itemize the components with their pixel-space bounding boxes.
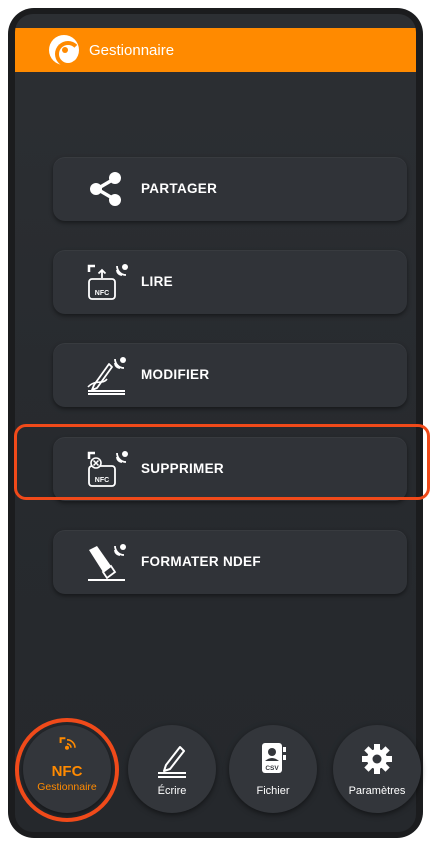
nfc-badge: NFC (95, 290, 109, 297)
nav-manager-button[interactable]: NFC Gestionnaire (23, 725, 111, 813)
format-ndef-label: FORMATER NDEF (141, 554, 261, 569)
phone-frame: Gestionnaire PARTAGER NFC LIRE MODIFIER … (8, 8, 423, 838)
app-logo-icon (49, 35, 81, 67)
pen-write-icon (158, 746, 186, 778)
modify-button[interactable]: MODIFIER (53, 343, 407, 407)
read-label: LIRE (141, 274, 173, 289)
csv-file-icon: CSV (262, 743, 286, 773)
nav-settings-label: Paramètres (348, 785, 406, 797)
nav-manager-label: Gestionnaire (37, 781, 97, 793)
nav-file-button[interactable]: CSV Fichier (229, 725, 317, 813)
app-title: Gestionnaire (89, 41, 175, 59)
app-screen: Gestionnaire PARTAGER NFC LIRE MODIFIER … (15, 14, 416, 832)
share-icon (90, 172, 121, 206)
edit-pen-icon (87, 357, 126, 395)
nav-file-label: Fichier (256, 785, 290, 797)
gear-icon (362, 744, 392, 774)
share-button[interactable]: PARTAGER (53, 157, 407, 221)
nav-settings-button[interactable]: Paramètres (333, 725, 421, 813)
format-eraser-icon (88, 544, 126, 581)
delete-button[interactable]: NFC SUPPRIMER (53, 437, 407, 501)
nav-write-label: Écrire (157, 785, 187, 797)
format-ndef-button[interactable]: FORMATER NDEF (53, 530, 407, 594)
nfc-read-icon: NFC (87, 264, 128, 300)
read-button[interactable]: NFC LIRE (53, 250, 407, 314)
nav-write-button[interactable]: Écrire (128, 725, 216, 813)
nfc-delete-icon: NFC (87, 451, 128, 487)
app-bar: Gestionnaire (15, 28, 416, 72)
modify-label: MODIFIER (141, 367, 210, 382)
delete-label: SUPPRIMER (141, 461, 224, 476)
csv-badge: CSV (265, 765, 279, 772)
nav-nfc-label: NFC (51, 763, 83, 780)
share-label: PARTAGER (141, 181, 218, 196)
nfc-badge: NFC (95, 477, 109, 484)
